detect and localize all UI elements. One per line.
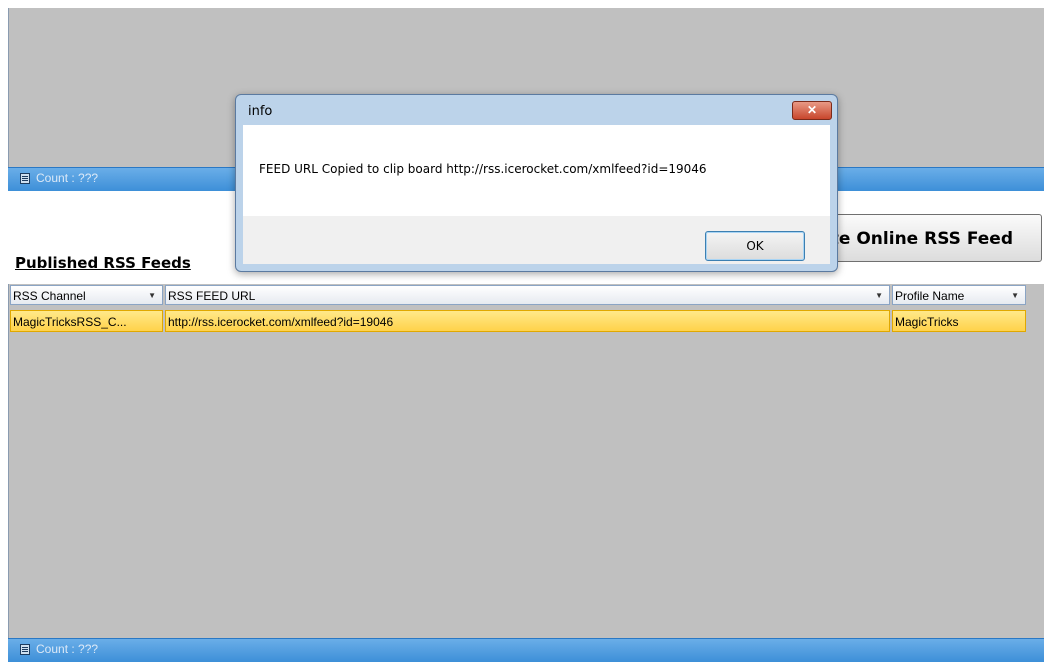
column-header-rss-channel[interactable]: RSS Channel ▼ (10, 285, 163, 305)
table-cell-profile[interactable]: MagicTricks (892, 310, 1026, 332)
bottom-count-label: Count : ??? (36, 642, 99, 656)
bottom-count-bar: Count : ??? (8, 638, 1044, 662)
table-cell-channel[interactable]: MagicTricksRSS_C... (10, 310, 163, 332)
table-cell-url[interactable]: http://rss.icerocket.com/xmlfeed?id=1904… (165, 310, 890, 332)
info-dialog: info ✕ FEED URL Copied to clip board htt… (235, 94, 838, 272)
close-icon[interactable]: ✕ (792, 101, 832, 120)
column-header-label: RSS Channel (13, 289, 86, 303)
dialog-message: FEED URL Copied to clip board http://rss… (259, 162, 707, 176)
dialog-title: info (248, 104, 273, 119)
dropdown-arrow-icon[interactable]: ▼ (1011, 286, 1019, 306)
dialog-body: FEED URL Copied to clip board http://rss… (243, 125, 830, 216)
dropdown-arrow-icon[interactable]: ▼ (875, 286, 883, 306)
column-header-rss-feed-url[interactable]: RSS FEED URL ▼ (165, 285, 890, 305)
column-header-label: RSS FEED URL (168, 289, 256, 303)
dropdown-arrow-icon[interactable]: ▼ (148, 286, 156, 306)
dialog-footer: OK (243, 216, 830, 264)
published-feeds-title: Published RSS Feeds (15, 254, 191, 272)
column-header-label: Profile Name (895, 289, 965, 303)
ok-button[interactable]: OK (705, 231, 805, 261)
top-count-label: Count : ??? (36, 171, 99, 185)
count-icon (20, 644, 30, 655)
feeds-grid (8, 284, 1044, 638)
column-header-profile-name[interactable]: Profile Name ▼ (892, 285, 1026, 305)
count-icon (20, 173, 30, 184)
